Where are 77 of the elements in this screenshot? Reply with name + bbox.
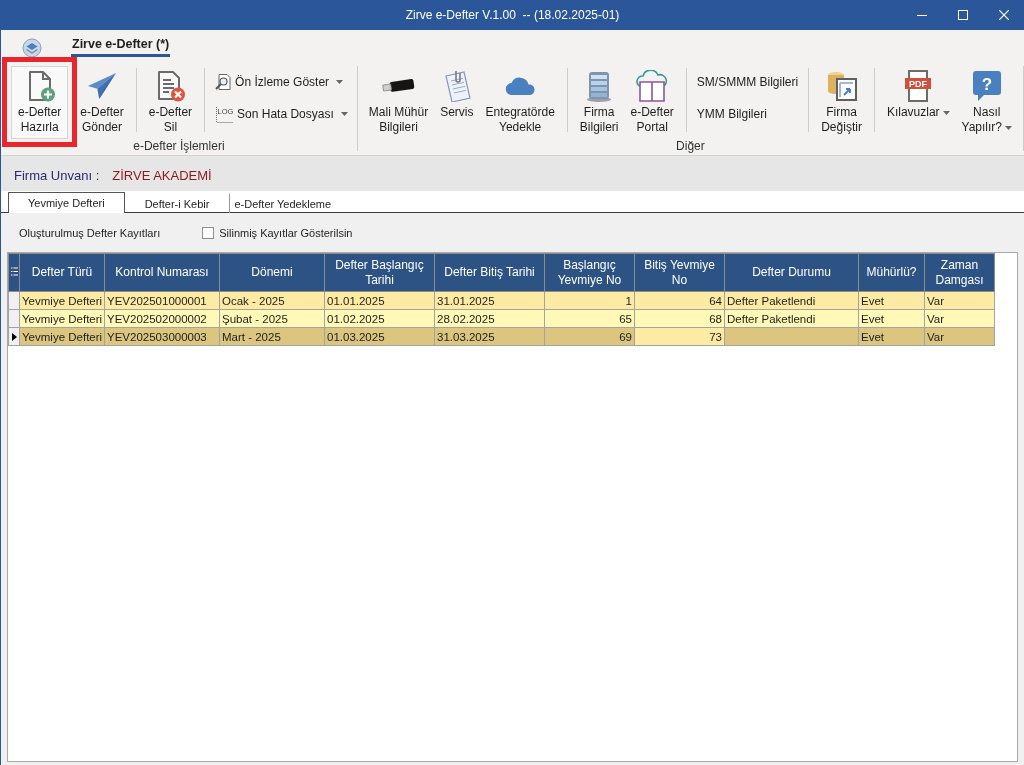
table-cell: 65: [544, 309, 635, 328]
close-icon: [998, 10, 1009, 20]
tab[interactable]: Defter-i Kebir: [124, 193, 230, 213]
minimize-icon: [916, 14, 927, 16]
group-label: Diğer: [675, 139, 706, 155]
column-header[interactable]: Mühürlü?: [858, 253, 925, 292]
table-cell: 64: [634, 291, 725, 310]
table-cell: 69: [544, 327, 635, 346]
ribbon-button[interactable]: e-Defter Portal: [624, 66, 680, 138]
window-title: Zirve e-Defter V.1.00 -- (18.02.2025-01): [404, 8, 621, 22]
table-cell: 01.03.2025: [324, 327, 435, 346]
table-cell: YEV202502000002: [104, 309, 220, 328]
cloud-book-icon: [636, 70, 669, 102]
ribbon-button[interactable]: SM/SMMM Bilgileri: [692, 71, 803, 93]
ribbon-tab[interactable]: Zirve e-Defter (*): [71, 37, 171, 57]
column-header[interactable]: Defter Türü: [19, 253, 105, 292]
table-cell: Evet: [858, 327, 925, 346]
search-document-icon: [215, 74, 232, 90]
table-cell: Mart - 2025: [219, 327, 325, 346]
company-name: ZİRVE AKADEMİ: [112, 168, 212, 183]
table-cell: Yevmiye Defteri: [19, 309, 105, 328]
table-cell: 01.02.2025: [324, 309, 435, 328]
app-menu-icon[interactable]: [22, 38, 42, 58]
maximize-icon: [957, 10, 968, 20]
column-header[interactable]: Kontrol Numarası: [104, 253, 220, 292]
table-cell: Evet: [858, 291, 925, 310]
column-header[interactable]: Başlangıç Yevmiye No: [544, 253, 635, 292]
checkbox-label: Silinmiş Kayıtlar Gösterilsin: [219, 226, 353, 239]
cloud-icon: [504, 76, 536, 96]
table-cell: 68: [634, 309, 725, 328]
usb-stick-icon: [381, 77, 416, 95]
ribbon-button[interactable]: Mali Mühür Bilgileri: [362, 66, 435, 138]
table-cell: YEV202503000003: [104, 327, 220, 346]
list-icon[interactable]: [10, 267, 18, 276]
ribbon-button[interactable]: e-Defter Sil: [142, 66, 199, 138]
table-cell: 31.03.2025: [434, 327, 545, 346]
paper-plane-icon: [87, 72, 118, 100]
database-table-icon: [825, 70, 858, 102]
table-cell: 28.02.2025: [434, 309, 545, 328]
group-label: e-Defter İşlemleri: [132, 139, 226, 155]
section-title: Oluşturulmuş Defter Kayıtları: [19, 226, 161, 239]
ribbon-button[interactable]: Firma Değiştir: [815, 66, 868, 138]
table-cell: 1: [544, 291, 635, 310]
table-cell: Var: [924, 309, 995, 328]
column-header[interactable]: Dönemi: [219, 253, 325, 292]
help-icon: ?: [971, 70, 1002, 102]
ribbon-button[interactable]: e-Defter Hazırla: [11, 66, 69, 139]
column-header[interactable]: Zaman Damgası: [924, 253, 995, 292]
ribbon-button[interactable]: Servis: [434, 66, 480, 123]
table-cell: Evet: [858, 309, 925, 328]
table-cell: 31.01.2025: [434, 291, 545, 310]
table-cell: Yevmiye Defteri: [19, 327, 105, 346]
column-header[interactable]: Defter Başlangıç Tarihi: [324, 253, 435, 292]
tab[interactable]: Yevmiye Defteri: [8, 192, 125, 213]
table-cell: Defter Paketlendi: [724, 291, 859, 310]
ribbon-button[interactable]: PDF Kılavuzlar: [880, 66, 956, 123]
table-cell: Ocak - 2025: [219, 291, 325, 310]
ribbon-button[interactable]: Entegratörde Yedekle: [479, 66, 561, 138]
table-cell: Defter Paketlendi: [724, 309, 859, 328]
table-cell: 01.01.2025: [324, 291, 435, 310]
column-header[interactable]: Defter Durumu: [724, 253, 859, 292]
checkbox[interactable]: [202, 226, 215, 239]
company-label: Firma Unvanı :: [14, 168, 100, 183]
column-header[interactable]: Bitiş Yevmiye No: [634, 253, 725, 292]
table-cell: Var: [924, 291, 995, 310]
column-header[interactable]: Defter Bitiş Tarihi: [434, 253, 545, 292]
ribbon-button[interactable]: YMM Bilgileri: [692, 103, 803, 125]
table-cell: Var: [924, 327, 995, 346]
table-cell: Şubat - 2025: [219, 309, 325, 328]
table-cell: Yevmiye Defteri: [19, 291, 105, 310]
ribbon-button[interactable]: Ön İzleme Göster: [211, 71, 352, 93]
ribbon-button[interactable]: e-Defter Gönder: [74, 66, 130, 138]
ribbon-button[interactable]: Firma Bilgileri: [573, 66, 625, 138]
notepad-icon: [442, 70, 471, 102]
building-icon: [586, 70, 613, 102]
table-cell: YEV202501000001: [104, 291, 220, 310]
ribbon-button[interactable]: ? Nasıl Yapılır?: [955, 66, 1018, 138]
